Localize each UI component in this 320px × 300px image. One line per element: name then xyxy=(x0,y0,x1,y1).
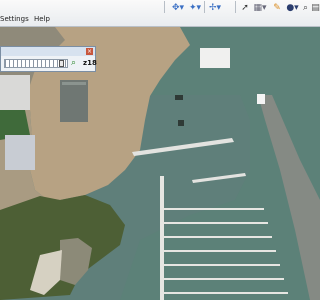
moored-boat xyxy=(175,95,183,100)
pencil-icon[interactable]: ✎ xyxy=(272,1,282,14)
main-pontoon xyxy=(160,176,164,300)
navigate-arrows-icon[interactable]: ✥▾ xyxy=(170,1,186,14)
harbor-shed xyxy=(200,48,230,68)
greenhouse-building xyxy=(5,135,35,170)
zoom-level-label: z18 xyxy=(83,59,97,67)
zoom-slider[interactable] xyxy=(4,59,68,68)
menu-settings[interactable]: Settings xyxy=(0,15,29,23)
navigate-star-icon[interactable]: ✦▾ xyxy=(187,1,203,14)
search-icon[interactable]: ⌕ xyxy=(71,58,76,68)
moored-boat xyxy=(178,120,184,126)
pointer-arrow-icon[interactable]: ➚ xyxy=(240,1,250,14)
globe-icon[interactable]: ●▾ xyxy=(285,1,300,14)
navigate-move-icon[interactable]: ✢▾ xyxy=(207,1,223,14)
toolbar-separator xyxy=(235,1,236,13)
menu-help[interactable]: Help xyxy=(34,15,50,23)
select-box-icon[interactable]: ▦▾ xyxy=(252,1,268,14)
zoom-slider-thumb[interactable] xyxy=(59,60,64,67)
toolbar-separator xyxy=(164,1,165,13)
warehouse-roof-stripe xyxy=(62,82,86,85)
warehouse-building xyxy=(60,80,88,122)
menu-bar: Settings Help ✥▾ ✦▾ ✢▾ ➚ ▦▾ ✎ ●▾ ⌕ ▤ xyxy=(0,0,320,27)
toolbar-separator xyxy=(204,1,205,13)
close-icon[interactable]: × xyxy=(86,48,93,55)
parking-lot xyxy=(0,75,30,110)
search-icon[interactable]: ⌕ xyxy=(301,1,310,14)
zoom-panel-titlebar[interactable]: × xyxy=(1,47,95,56)
layers-icon[interactable]: ▤ xyxy=(311,1,320,14)
zoom-panel: × ⌕ z18 xyxy=(0,46,97,72)
lighthouse xyxy=(257,94,265,104)
